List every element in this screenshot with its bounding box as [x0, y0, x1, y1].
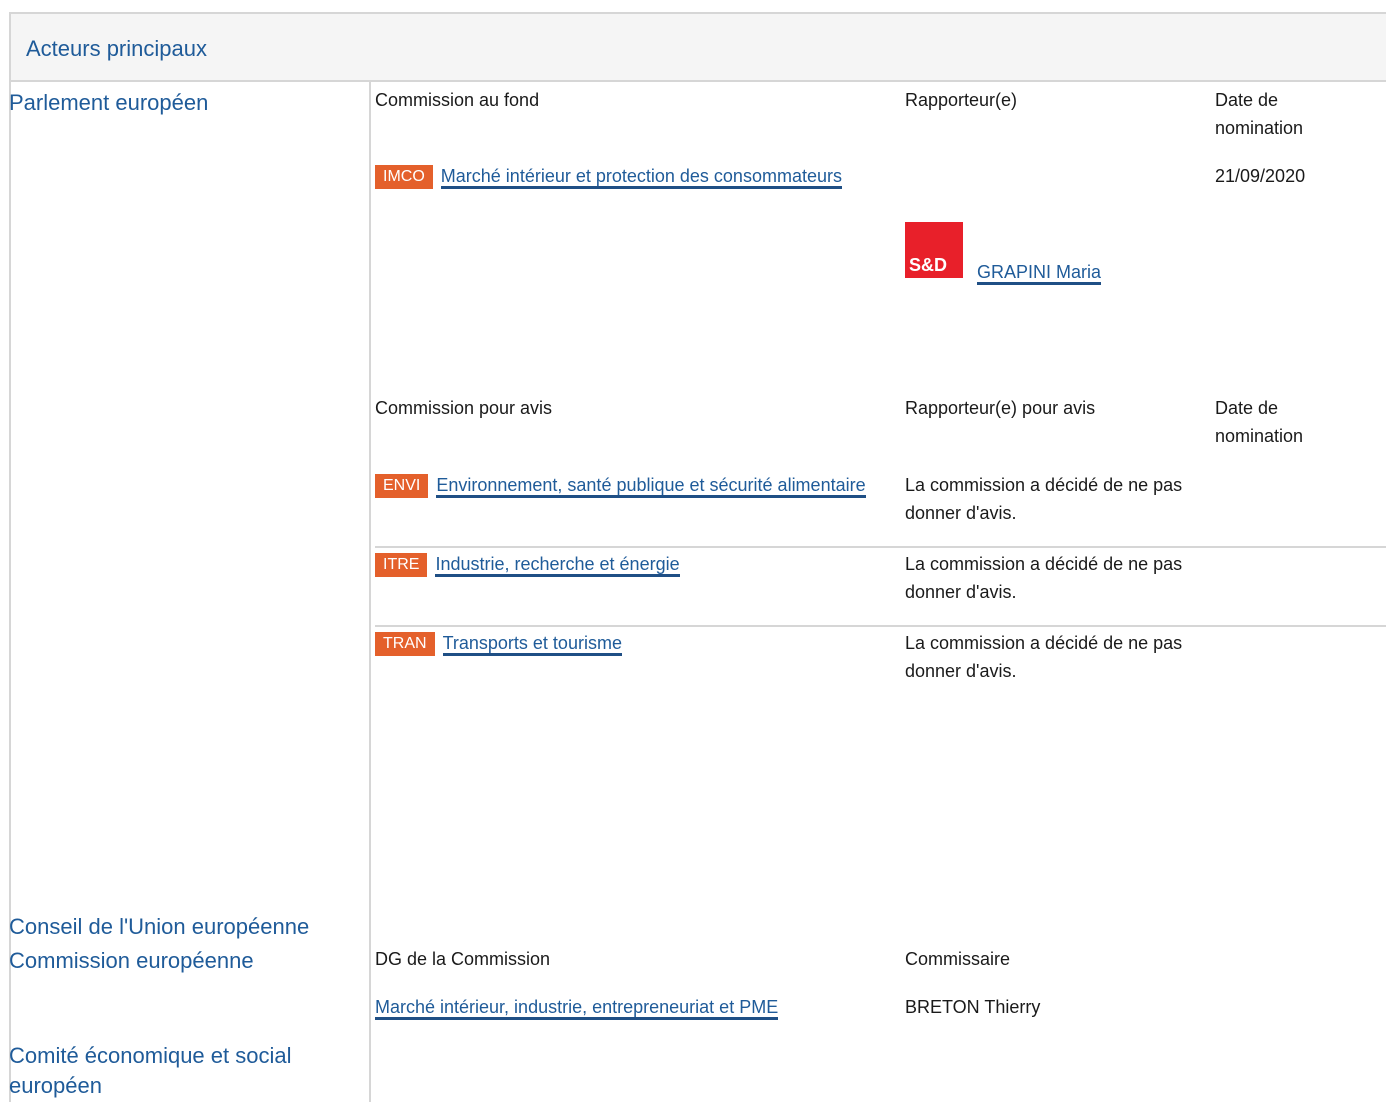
committee-code-badge: IMCO — [375, 165, 433, 189]
actor-eesc: Comité économique et social européen — [9, 1043, 292, 1098]
col-commissioner: Commissaire — [905, 949, 1011, 969]
rapporteur-link[interactable]: GRAPINI Maria — [977, 258, 1102, 287]
actor-parliament: Parlement européen — [9, 90, 209, 115]
col-lead-committee: Commission au fond — [375, 90, 540, 110]
col-opinion-rapporteur: Rapporteur(e) pour avis — [905, 398, 1096, 418]
col-date: Date de nomination — [1215, 90, 1304, 138]
dg-link[interactable]: Marché intérieur, industrie, entrepreneu… — [375, 993, 779, 1022]
section-title: Acteurs principaux — [26, 36, 207, 61]
col-opinion-date: Date de nomination — [1215, 398, 1304, 446]
committee-name[interactable]: Industrie, recherche et énergie — [435, 554, 680, 577]
actor-commission: Commission européenne — [9, 948, 254, 973]
committee-code-badge: TRAN — [375, 632, 435, 656]
opinion-committee-link[interactable]: ENVI Environnement, santé publique et séc… — [375, 471, 875, 500]
committee-code-badge: ENVI — [375, 474, 429, 498]
col-dg: DG de la Commission — [375, 949, 551, 969]
sd-group-logo: S&D — [905, 222, 963, 278]
opinion-status: La commission a décidé de ne pas donner … — [905, 633, 1183, 681]
section-header — [9, 12, 1386, 82]
opinion-status: La commission a décidé de ne pas donner … — [905, 554, 1183, 602]
committee-name[interactable]: Transports et tourisme — [442, 633, 622, 656]
actor-council: Conseil de l'Union européenne — [9, 914, 310, 939]
committee-name[interactable]: Environnement, santé publique et sécurit… — [436, 475, 866, 498]
row-divider — [375, 546, 1386, 548]
opinion-status: La commission a décidé de ne pas donner … — [905, 475, 1183, 523]
lead-committee-link[interactable]: IMCO Marché intérieur et protection des c… — [375, 162, 855, 191]
nomination-date: 21/09/2020 — [1215, 166, 1306, 186]
opinion-committee-link[interactable]: ITRE Industrie, recherche et énergie — [375, 550, 875, 579]
committee-name[interactable]: Marché intérieur et protection des conso… — [440, 166, 842, 189]
col-opinion-committee: Commission pour avis — [375, 398, 553, 418]
committee-code-badge: ITRE — [375, 553, 428, 577]
row-divider — [375, 625, 1386, 627]
col-rapporteur: Rapporteur(e) — [905, 90, 1018, 110]
commissioner-name: BRETON Thierry — [905, 997, 1041, 1017]
opinion-committee-link[interactable]: TRAN Transports et tourisme — [375, 629, 875, 658]
